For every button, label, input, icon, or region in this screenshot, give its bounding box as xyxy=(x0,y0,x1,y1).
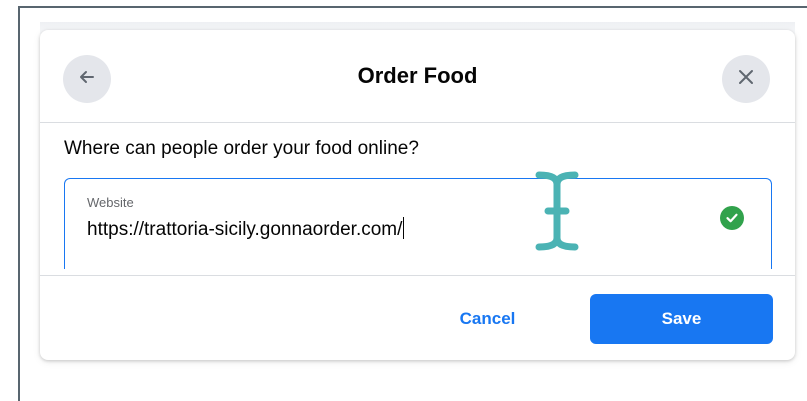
website-field[interactable]: Website https://trattoria-sicily.gonnaor… xyxy=(64,178,772,269)
back-button[interactable] xyxy=(63,55,111,103)
check-circle-icon xyxy=(720,206,744,230)
footer-divider xyxy=(40,275,795,276)
website-field-value[interactable]: https://trattoria-sicily.gonnaorder.com/ xyxy=(87,217,405,241)
header-divider xyxy=(40,122,795,123)
close-button[interactable] xyxy=(722,55,770,103)
text-caret xyxy=(403,217,405,239)
website-field-label: Website xyxy=(87,195,134,210)
dialog-header: Order Food xyxy=(40,30,795,122)
order-food-dialog: Order Food Where can people order your f… xyxy=(40,30,795,360)
website-url-text: https://trattoria-sicily.gonnaorder.com/ xyxy=(87,219,403,240)
save-button[interactable]: Save xyxy=(590,294,773,344)
screen: Order Food Where can people order your f… xyxy=(0,0,807,401)
arrow-left-icon xyxy=(77,67,97,92)
cancel-button[interactable]: Cancel xyxy=(410,294,565,344)
window-frame-top xyxy=(18,6,807,8)
question-heading: Where can people order your food online? xyxy=(64,138,419,159)
dialog-title: Order Food xyxy=(357,63,478,88)
window-frame-left xyxy=(18,6,20,401)
close-icon xyxy=(736,67,756,92)
